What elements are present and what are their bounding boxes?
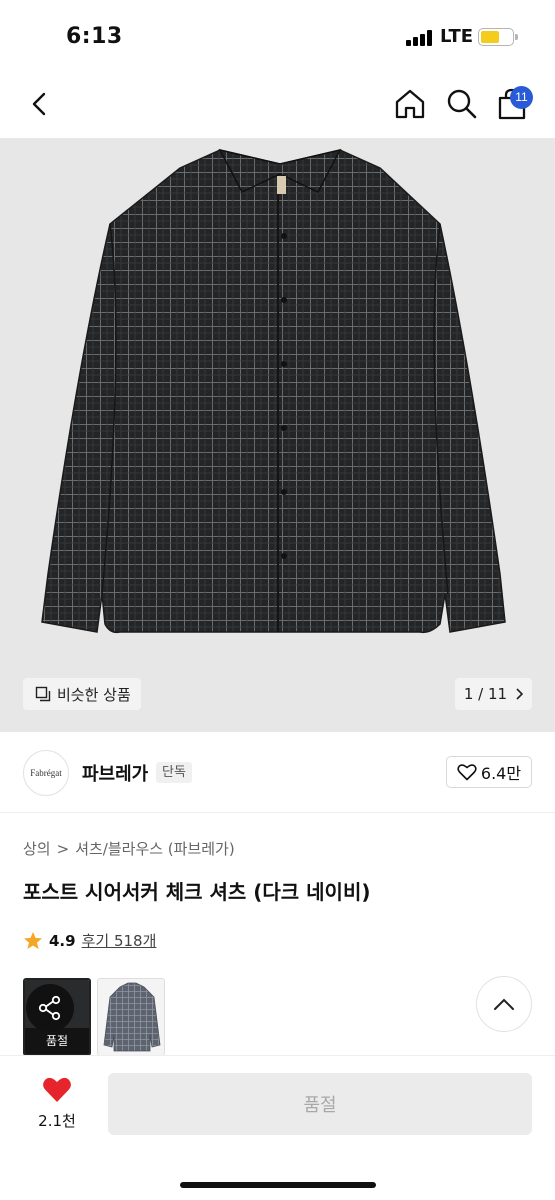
back-arrow-icon[interactable] [24, 88, 56, 120]
chevron-right-icon [516, 688, 524, 700]
status-bar: 6:13 LTE [0, 0, 555, 70]
star-icon [24, 931, 42, 949]
brand-like-button[interactable]: 6.4만 [446, 756, 532, 788]
product-image [41, 148, 506, 634]
wish-button[interactable]: 2.1천 [28, 1076, 86, 1131]
home-icon[interactable] [392, 86, 428, 122]
battery-icon [478, 28, 518, 46]
soldout-purchase-button: 품절 [108, 1073, 532, 1135]
search-icon[interactable] [444, 86, 480, 122]
brand-logo[interactable]: Fabrégat [23, 750, 69, 796]
similar-products-button[interactable]: 비슷한 상품 [23, 678, 141, 710]
brand-name[interactable]: 파브레가 [82, 760, 148, 786]
breadcrumb-separator: > [56, 839, 70, 858]
breadcrumb-item-category[interactable]: 상의 [23, 838, 51, 859]
breadcrumb-item-subcategory[interactable]: 셔츠/블라우스 (파브레가) [75, 838, 235, 859]
top-nav [0, 72, 555, 136]
breadcrumb: 상의 > 셔츠/블라우스 (파브레가) [23, 838, 235, 859]
soldout-label: 품절 [25, 1028, 89, 1054]
variant-gray[interactable] [97, 978, 165, 1056]
brand-row: Fabrégat 파브레가 단독 6.4만 [0, 748, 555, 798]
heart-filled-icon [43, 1077, 71, 1102]
bottom-purchase-bar: 2.1천 품절 [0, 1055, 555, 1200]
status-time: 6:13 [66, 24, 123, 49]
section-divider [0, 812, 555, 813]
network-label: LTE [440, 26, 474, 47]
reviews-link[interactable]: 후기 518개 [82, 930, 157, 951]
product-title: 포스트 시어서커 체크 셔츠 (다크 네이비) [23, 880, 371, 904]
home-indicator [180, 1182, 376, 1188]
exclusive-badge: 단독 [156, 762, 192, 783]
wish-count: 2.1천 [38, 1112, 76, 1130]
rating-row: 4.9 후기 518개 [23, 930, 156, 951]
image-counter-label: 1 / 11 [463, 685, 508, 703]
rating-score: 4.9 [49, 931, 76, 950]
signal-icon [406, 30, 434, 46]
image-counter[interactable]: 1 / 11 [455, 678, 532, 710]
copy-icon [35, 686, 51, 702]
cart-count-badge: 11 [510, 86, 533, 109]
product-image-gallery[interactable]: 비슷한 상품 1 / 11 [0, 138, 555, 732]
scroll-top-button[interactable] [476, 976, 532, 1032]
share-icon [38, 995, 61, 1021]
brand-like-count: 6.4만 [480, 764, 522, 783]
similar-products-label: 비슷한 상품 [57, 685, 131, 704]
heart-outline-icon [457, 764, 477, 781]
variant-thumbnail [98, 979, 164, 1055]
chevron-up-icon [494, 998, 514, 1010]
share-button[interactable] [26, 984, 74, 1032]
